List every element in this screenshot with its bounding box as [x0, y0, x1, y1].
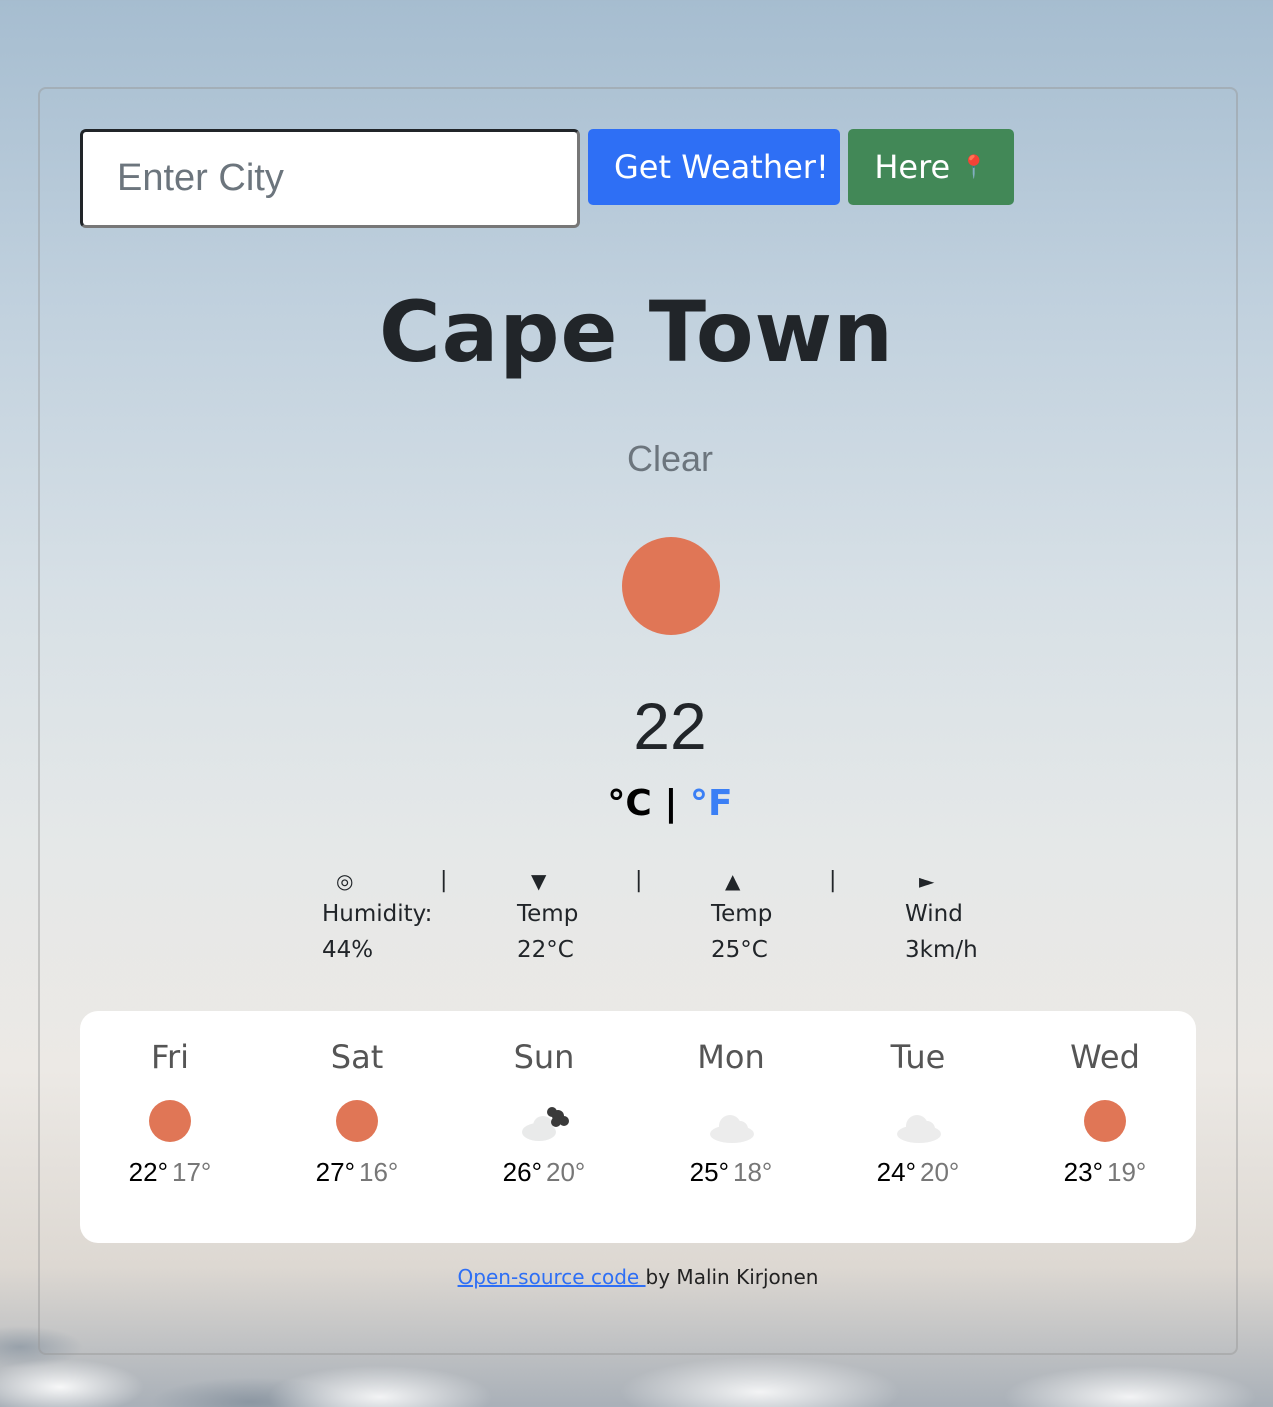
- forecast-day-name: Fri: [150, 1038, 190, 1076]
- fahrenheit-link[interactable]: °F: [690, 783, 733, 824]
- forecast-day: Tue 24° 20°: [825, 1011, 1011, 1190]
- forecast-day: Sat 27° 16°: [264, 1011, 450, 1190]
- max-temp-detail: ▲ Temp 25°C: [711, 866, 901, 968]
- sun-icon: [336, 1100, 378, 1142]
- humidity-label: Humidity:: [322, 901, 433, 927]
- city-search-input[interactable]: [80, 129, 580, 228]
- forecast-day-name: Wed: [1070, 1038, 1140, 1076]
- min-temp-value: 22°C: [517, 937, 574, 963]
- current-temperature: 22: [633, 689, 707, 763]
- get-weather-button[interactable]: Get Weather!: [588, 129, 840, 205]
- min-temp-label: Temp: [517, 901, 579, 927]
- forecast-day-name: Tue: [890, 1038, 946, 1076]
- cloud-icon: [522, 1107, 569, 1141]
- footer: Open-source code by Malin Kirjonen: [0, 1265, 1273, 1289]
- cloud-icon: [710, 1115, 754, 1143]
- location-pin-icon: 📍: [960, 155, 988, 180]
- wind-label: Wind: [905, 901, 963, 927]
- wind-detail: ► Wind 3km/h: [905, 866, 1095, 968]
- sun-icon: [1084, 1100, 1126, 1142]
- sun-icon: [622, 537, 720, 635]
- detail-separator: |: [829, 868, 837, 893]
- unit-toggle: °C | °F: [0, 783, 1273, 824]
- wind-value: 3km/h: [905, 937, 978, 963]
- forecast-panel: Fri 22°17° Sat 27°16° Sun 26°20° Mon: [80, 1011, 1196, 1243]
- min-temp-detail: ▼ Temp 22°C: [517, 866, 707, 968]
- forecast-day-name: Mon: [697, 1038, 765, 1076]
- wind-icon: ►: [919, 869, 935, 893]
- detail-separator: |: [635, 868, 643, 893]
- forecast-day: Wed 23° 19°: [1012, 1011, 1198, 1190]
- max-temp-icon: ▲: [725, 869, 741, 893]
- humidity-icon: ◎: [336, 869, 354, 893]
- here-label: Here: [874, 148, 951, 186]
- forecast-day-name: Sun: [513, 1038, 575, 1076]
- city-name: Cape Town: [379, 283, 894, 381]
- unit-separator: |: [651, 783, 691, 824]
- forecast-day: Mon 25° 18°: [638, 1011, 824, 1190]
- celsius-unit[interactable]: °C: [607, 783, 651, 824]
- sun-icon: [149, 1100, 191, 1142]
- forecast-day-name: Sat: [330, 1038, 384, 1076]
- weather-description: Clear: [626, 438, 714, 479]
- forecast-day: Fri 22° 17°: [77, 1011, 263, 1190]
- author-credit: by Malin Kirjonen: [645, 1265, 819, 1289]
- search-form: Get Weather! Here 📍: [80, 129, 1014, 228]
- max-temp-value: 25°C: [711, 937, 768, 963]
- detail-separator: |: [440, 868, 448, 893]
- min-temp-icon: ▼: [531, 869, 547, 893]
- humidity-value: 44%: [322, 937, 374, 963]
- forecast-day: Sun 26° 20°: [451, 1011, 637, 1190]
- max-temp-label: Temp: [711, 901, 773, 927]
- humidity-detail: ◎ Humidity: 44%: [322, 866, 512, 968]
- current-location-button[interactable]: Here 📍: [848, 129, 1014, 205]
- source-code-link[interactable]: Open-source code: [458, 1265, 646, 1289]
- cloud-icon: [897, 1115, 941, 1143]
